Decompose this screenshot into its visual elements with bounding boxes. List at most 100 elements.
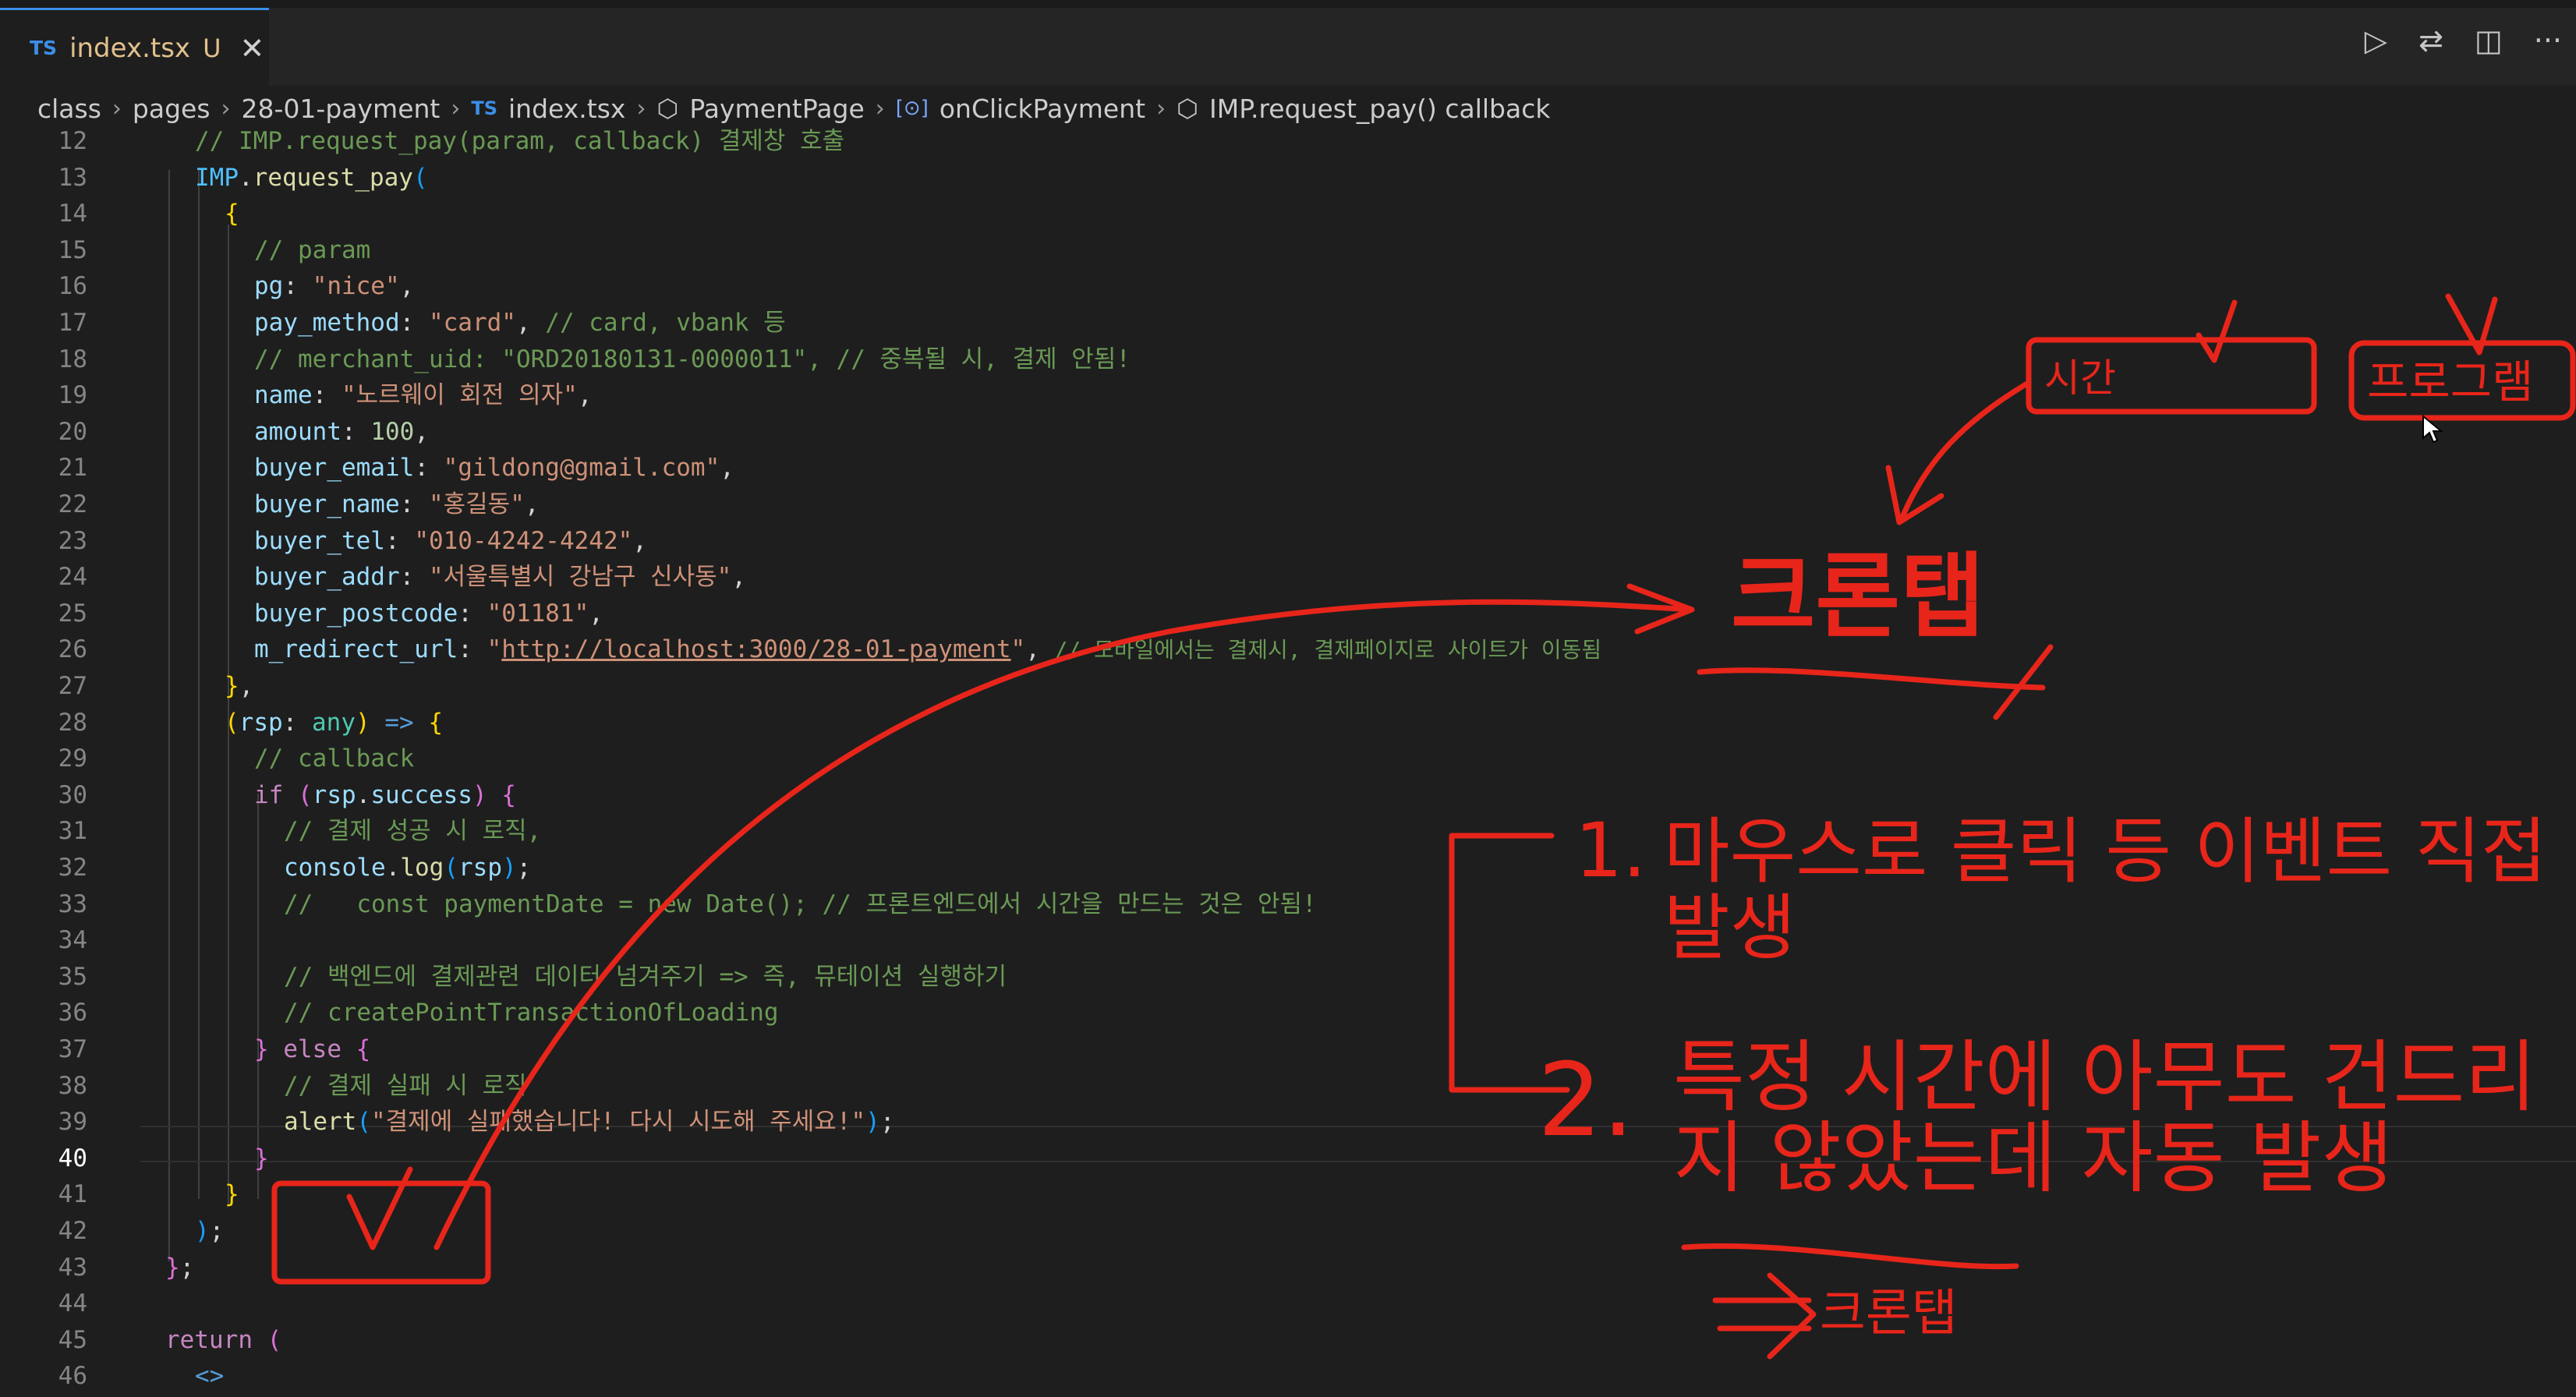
typescript-file-icon: TS	[471, 97, 498, 119]
breadcrumb-item-callback[interactable]: IMP.request_pay() callback	[1209, 94, 1550, 124]
code-token: :	[282, 708, 312, 737]
code-token: (	[252, 1325, 282, 1354]
code-token: any	[312, 708, 356, 737]
code-line: 36 // createPointTransactionOfLoading	[0, 995, 2576, 1031]
code-token: "홍길동"	[428, 490, 525, 518]
code-token: .	[356, 780, 371, 809]
code-token: {	[225, 200, 239, 228]
window-top-strip	[0, 0, 2576, 8]
split-editor-icon[interactable]: ◫	[2475, 23, 2503, 58]
code-line: 33 // const paymentDate = new Date(); // …	[0, 886, 2576, 923]
code-token: ;	[209, 1217, 225, 1245]
code-line: 29 // callback	[0, 741, 2576, 777]
code-token: ;	[516, 854, 532, 882]
code-token: 100	[370, 417, 415, 446]
code-token: ,	[399, 272, 415, 301]
line-number: 45	[58, 1325, 87, 1354]
code-line: 44	[0, 1286, 2576, 1322]
tab-filename: index.tsx	[69, 32, 191, 64]
chevron-right-icon: ›	[451, 94, 461, 122]
code-comment: // createPointTransactionOfLoading	[284, 999, 779, 1027]
close-icon[interactable]: ✕	[239, 31, 264, 65]
code-token: amount	[254, 417, 341, 446]
breadcrumb-item-pages[interactable]: pages	[133, 94, 211, 124]
run-icon[interactable]: ▷	[2365, 23, 2387, 58]
line-number: 17	[58, 309, 87, 337]
code-token: (	[283, 780, 313, 809]
chevron-right-icon: ›	[875, 94, 885, 122]
more-actions-icon[interactable]: ···	[2534, 23, 2562, 58]
compare-changes-icon[interactable]: ⇄	[2419, 23, 2443, 58]
code-line: 35 // 백엔드에 결제관련 데이터 넘겨주기 => 즉, 뮤테이션 실행하기	[0, 959, 2576, 996]
code-token: (	[356, 1108, 371, 1137]
code-token: ,	[515, 309, 546, 337]
code-token: }	[165, 1253, 180, 1282]
code-token: if	[254, 780, 284, 809]
code-token: "결제에 실패했습니다! 다시 시도해 주세요!"	[371, 1108, 866, 1137]
code-token: :	[399, 490, 429, 518]
line-number: 29	[58, 744, 87, 773]
code-token: :	[283, 272, 313, 301]
breadcrumb-item-folder[interactable]: 28-01-payment	[242, 94, 441, 124]
code-line: 38 // 결제 실패 시 로직	[0, 1068, 2576, 1105]
code-token: }	[254, 1144, 269, 1172]
code-token: IMP	[195, 163, 239, 192]
typescript-file-icon: TS	[30, 37, 58, 59]
breadcrumb-item-function[interactable]: onClickPayment	[939, 94, 1145, 124]
code-token: (	[444, 854, 458, 882]
line-number: 46	[58, 1362, 87, 1391]
line-number: 32	[58, 854, 87, 882]
code-token: ;	[179, 1253, 195, 1282]
code-token: )	[195, 1217, 210, 1245]
code-line: 14 {	[0, 196, 2576, 232]
breadcrumb-item-class[interactable]: class	[37, 94, 101, 124]
line-number: 30	[58, 780, 87, 809]
code-token: buyer_name	[254, 490, 400, 518]
code-token: )	[356, 708, 385, 737]
code-line: 45 return (	[0, 1322, 2576, 1359]
code-line: 23 buyer_tel: "010-4242-4242",	[0, 523, 2576, 560]
code-comment: // 결제 성공 시 로직,	[284, 817, 542, 846]
code-line: 22 buyer_name: "홍길동",	[0, 486, 2576, 523]
mouse-cursor-icon	[2422, 415, 2443, 444]
line-number: 25	[58, 599, 87, 628]
code-token: ,	[524, 490, 540, 518]
code-line: 37} else {	[0, 1031, 2576, 1068]
code-token: rsp	[458, 854, 502, 882]
code-line: 24 buyer_addr: "서울특별시 강남구 신사동",	[0, 559, 2576, 596]
line-number: 18	[58, 345, 87, 373]
code-editor[interactable]: 12 // IMP.request_pay(param, callback) 결제…	[0, 123, 2576, 1397]
code-token: (	[412, 163, 428, 192]
code-token: log	[400, 854, 444, 882]
code-token: :	[414, 454, 444, 483]
code-token: }	[225, 672, 239, 700]
line-number: 14	[58, 200, 87, 228]
code-token: request_pay	[253, 163, 413, 192]
code-token: <>	[195, 1362, 225, 1391]
code-token: {	[413, 708, 443, 737]
chevron-right-icon: ›	[636, 94, 646, 122]
tab-index-tsx[interactable]: TS index.tsx U ✕	[0, 8, 269, 86]
code-token: name	[254, 381, 313, 410]
code-token: "card"	[428, 309, 516, 337]
code-comment: // 결제 실패 시 로직	[284, 1071, 527, 1100]
code-token: (	[225, 708, 239, 737]
code-line: 27},	[0, 668, 2576, 705]
code-line: 15 // param	[0, 232, 2576, 269]
code-token: :	[341, 417, 371, 446]
code-token: ,	[632, 526, 647, 555]
code-token: buyer_tel	[254, 526, 385, 555]
breadcrumb-item-component[interactable]: PaymentPage	[689, 94, 864, 124]
chevron-right-icon: ›	[221, 94, 231, 122]
code-comment: // const paymentDate = new Date(); // 프론…	[284, 889, 1317, 918]
code-token: )	[502, 854, 517, 882]
breadcrumb-item-file[interactable]: index.tsx	[508, 94, 625, 124]
code-token: else	[283, 1035, 341, 1063]
code-token: ,	[1025, 635, 1055, 664]
code-token: ,	[589, 599, 603, 628]
code-token: :	[399, 563, 429, 592]
code-line: 28 (rsp: any) => {	[0, 705, 2576, 741]
line-number: 31	[58, 817, 87, 846]
code-link[interactable]: http://localhost:3000/28-01-payment	[501, 635, 1010, 663]
code-token: :	[384, 526, 415, 555]
